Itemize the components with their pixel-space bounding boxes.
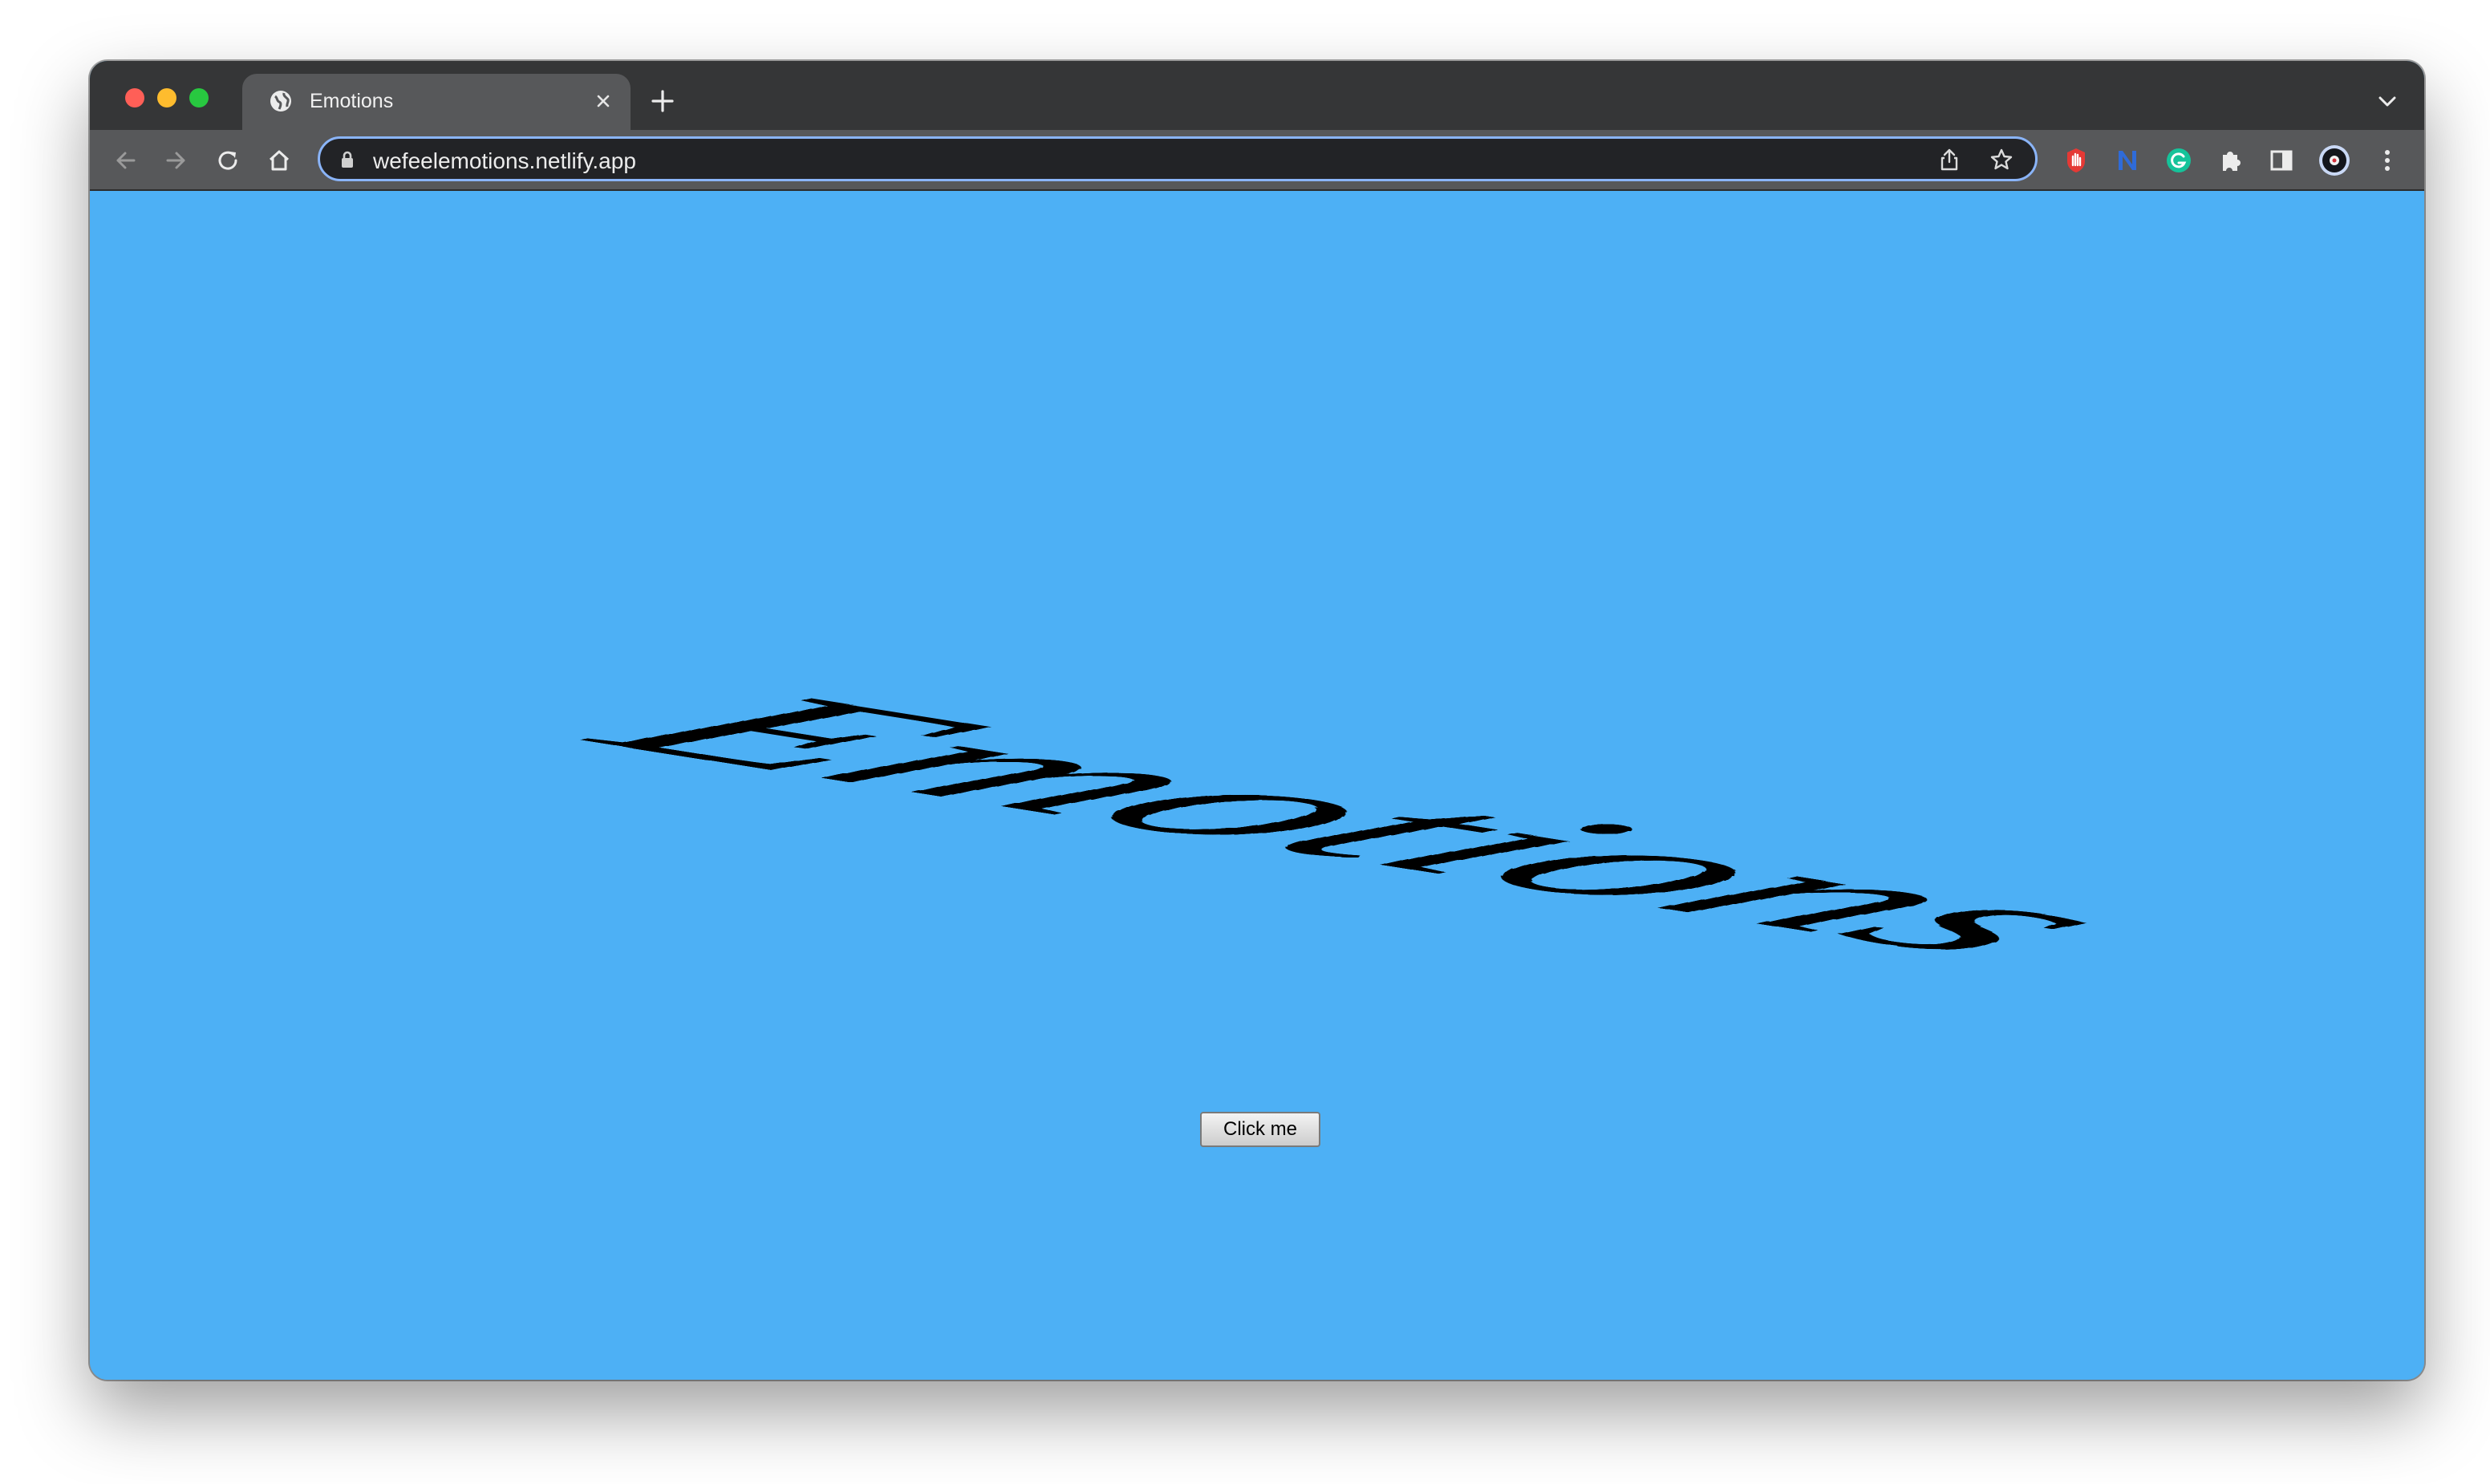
- back-arrow-icon[interactable]: [109, 144, 141, 176]
- tab-title: Emotions: [310, 90, 394, 112]
- grammarly-icon[interactable]: [2163, 144, 2195, 176]
- hand-stop-icon[interactable]: [2060, 144, 2092, 176]
- emotions-heading: Emotions: [517, 664, 2200, 978]
- lock-icon[interactable]: [339, 150, 355, 173]
- n-extension-icon[interactable]: [2111, 144, 2143, 176]
- minimize-window-button[interactable]: [157, 88, 176, 107]
- tab-strip: Emotions: [90, 61, 2424, 130]
- star-icon[interactable]: [1989, 147, 2014, 176]
- kebab-menu-icon[interactable]: [2371, 144, 2403, 176]
- share-icon[interactable]: [1937, 147, 1961, 176]
- browser-window: Emotions wefeelemotions.netlify.app Emot…: [90, 61, 2424, 1380]
- page-content: Emotions Click me: [90, 191, 2424, 1380]
- tab-emotions[interactable]: Emotions: [242, 74, 631, 130]
- tab-search-chevron-icon[interactable]: [2376, 91, 2399, 115]
- home-icon[interactable]: [263, 144, 295, 176]
- profile-icon[interactable]: [2317, 143, 2352, 178]
- close-window-button[interactable]: [125, 88, 144, 107]
- browser-toolbar: wefeelemotions.netlify.app: [90, 130, 2424, 191]
- forward-arrow-icon[interactable]: [160, 144, 193, 176]
- new-tab-icon[interactable]: [650, 88, 675, 118]
- maximize-window-button[interactable]: [189, 88, 209, 107]
- puzzle-icon[interactable]: [2214, 144, 2246, 176]
- emotions-heading-text: Emotions: [517, 664, 2200, 978]
- url-text: wefeelemotions.netlify.app: [373, 148, 636, 173]
- close-tab-icon[interactable]: [594, 91, 613, 115]
- reload-icon[interactable]: [212, 144, 244, 176]
- side-panel-icon[interactable]: [2265, 144, 2297, 176]
- globe-icon: [268, 88, 294, 118]
- address-bar[interactable]: wefeelemotions.netlify.app: [318, 136, 2038, 181]
- click-me-button[interactable]: Click me: [1200, 1112, 1320, 1147]
